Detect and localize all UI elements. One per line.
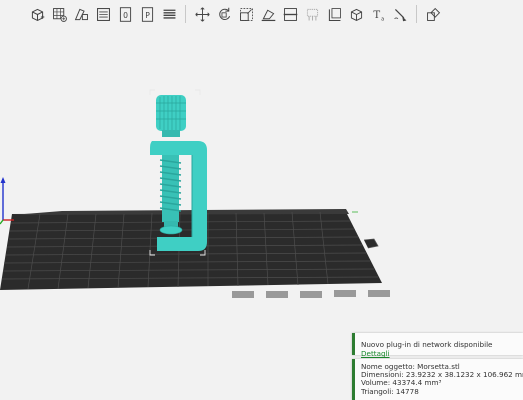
- svg-text:T: T: [373, 9, 380, 20]
- seam-icon[interactable]: [324, 4, 344, 24]
- toolbar-separator: [416, 5, 417, 23]
- plate-handle: [363, 238, 379, 249]
- top-toolbar: 0 P Ta: [27, 3, 443, 25]
- object-triangles: Triangoli: 14778: [361, 386, 419, 396]
- plate-front-labels: [232, 290, 390, 298]
- toolbar-separator: [185, 5, 186, 23]
- plugin-notification-text: Nuovo plug-in di network disponibile: [361, 340, 493, 349]
- zero-icon[interactable]: 0: [115, 4, 135, 24]
- layout-icon[interactable]: [93, 4, 113, 24]
- arrange-icon[interactable]: [71, 4, 91, 24]
- hollow-icon[interactable]: [346, 4, 366, 24]
- svg-text:0: 0: [123, 10, 128, 19]
- paint-icon[interactable]: [390, 4, 410, 24]
- layers-icon[interactable]: [159, 4, 179, 24]
- object-info-panel: Nome oggetto: Morsetta.stl Dimensioni: 2…: [352, 359, 523, 400]
- build-plate-edge: [12, 209, 349, 215]
- plate-icon[interactable]: P: [137, 4, 157, 24]
- rotate-icon[interactable]: [214, 4, 234, 24]
- details-link[interactable]: Dettagli: [361, 349, 390, 358]
- svg-text:a: a: [381, 16, 384, 22]
- place-on-face-icon[interactable]: [258, 4, 278, 24]
- scale-icon[interactable]: [236, 4, 256, 24]
- cut-icon[interactable]: [280, 4, 300, 24]
- text-icon[interactable]: Ta: [368, 4, 388, 24]
- support-icon[interactable]: [302, 4, 322, 24]
- svg-text:P: P: [145, 10, 150, 19]
- add-object-icon[interactable]: [27, 4, 47, 24]
- 3d-viewport[interactable]: [0, 28, 523, 328]
- plugin-notification: Nuovo plug-in di network disponibile Det…: [352, 333, 523, 358]
- move-icon[interactable]: [192, 4, 212, 24]
- grid-add-icon[interactable]: [49, 4, 69, 24]
- variable-layer-icon[interactable]: [423, 4, 443, 24]
